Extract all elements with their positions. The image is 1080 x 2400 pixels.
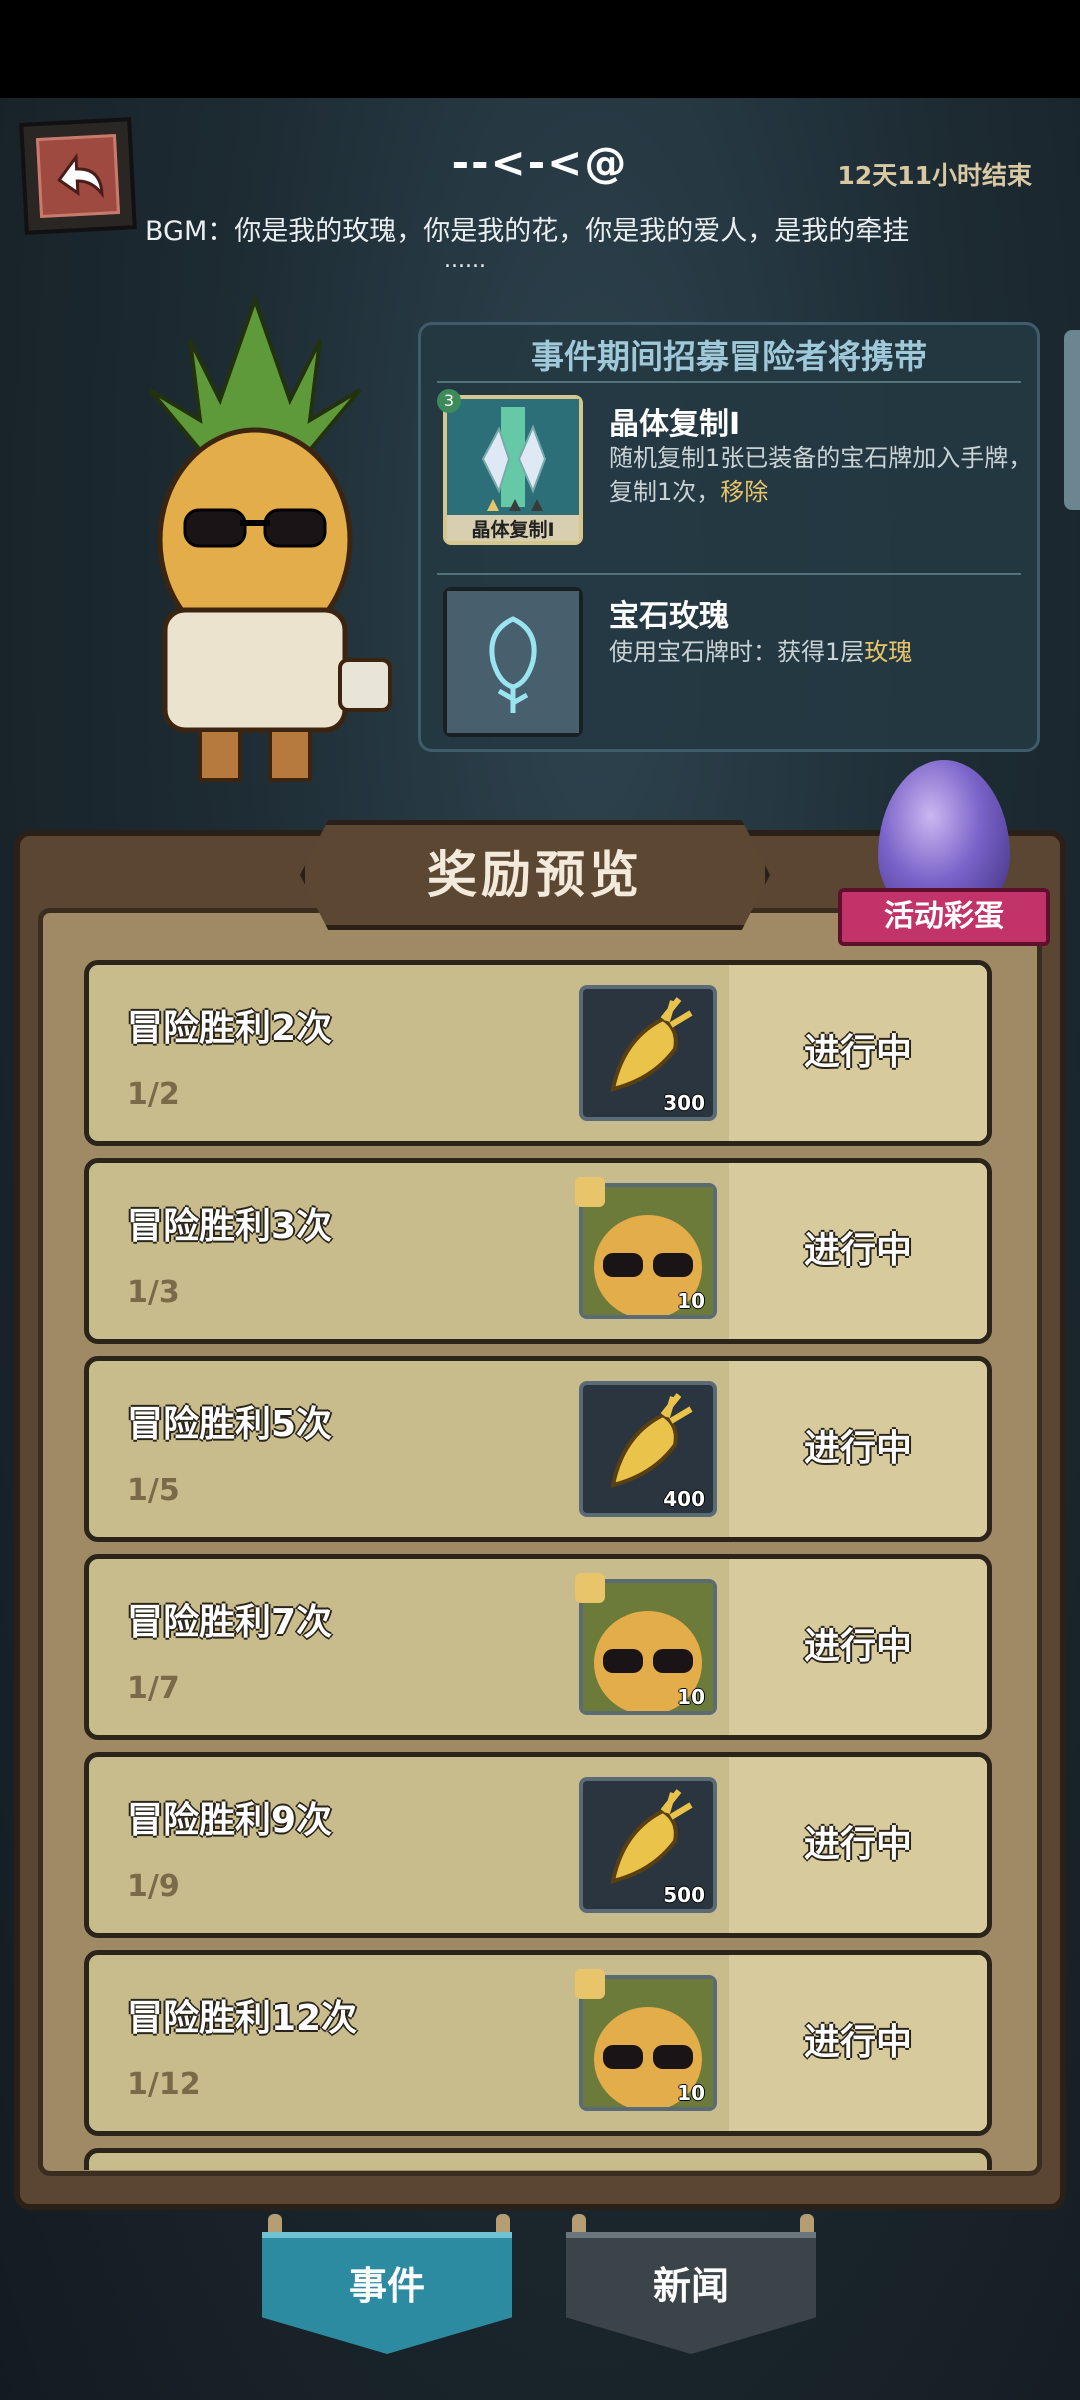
puzzle-piece-icon [575,1177,605,1207]
status-label: 进行中 [803,1428,912,1469]
reward-condition: 冒险胜利7次 [127,1602,333,1643]
panel-heading: 事件期间招募冒险者将携带 [531,337,927,376]
item-description: 随机复制1张已装备的宝石牌加入手牌，复制1次，移除 [609,441,1039,509]
status-bar [0,0,1080,98]
reward-item[interactable]: 10 [575,1573,717,1715]
reward-row: 冒险胜利5次 1/5 400 进行中 [84,1356,992,1542]
bgm-ellipsis: ...... [444,248,486,273]
bgm-text: BGM：你是我的玫瑰，你是我的花，你是我的爱人，是我的牵挂 ...... [145,212,1005,273]
reward-condition: 冒险胜利3次 [127,1206,333,1247]
reward-item[interactable]: 10 [575,1969,717,2111]
reward-row: 冒险胜利9次 1/9 500 进行中 [84,1752,992,1938]
reward-count: 10 [677,1685,705,1709]
reward-count: 10 [677,1289,705,1313]
reward-banner-title: 奖励预览 [427,846,643,904]
reward-condition: 冒险胜利5次 [127,1404,333,1445]
reward-list[interactable]: 冒险胜利2次 1/2 300 进行中 冒险胜利3次 1/3 10 进行中 冒险胜… [84,960,992,2170]
rose-keyword[interactable]: 玫瑰 [864,638,912,666]
reward-condition: 冒险胜利12次 [127,1998,358,2039]
reward-count: 500 [663,1883,705,1907]
pineapple-hero-illustration [148,293,392,782]
reward-condition: 冒险胜利9次 [127,1800,333,1841]
event-timer: 12天11小时结束 [837,161,1032,190]
page-title: --<-<@ [451,138,629,187]
reward-item[interactable]: 400 [579,1381,717,1517]
desc-text: 随机复制1张已装备的宝石牌加入手牌，复制1次， [609,444,1033,506]
remove-keyword[interactable]: 移除 [720,478,768,506]
reward-item[interactable]: 500 [579,1777,717,1913]
reward-condition: 冒险胜利2次 [127,1008,333,1049]
bgm-line: BGM：你是我的玫瑰，你是我的花，你是我的爱人，是我的牵挂 [145,216,910,247]
divider [437,573,1021,575]
reward-progress: 1/9 [127,1869,180,1904]
reward-count: 10 [677,2081,705,2105]
status-label: 进行中 [803,1626,912,1667]
reward-progress: 1/2 [127,1077,180,1112]
crystal-copy-card-icon[interactable]: 晶体复制I 3 [437,389,583,545]
puzzle-piece-icon [575,1573,605,1603]
puzzle-piece-icon [575,1969,605,1999]
reward-progress: 1/5 [127,1473,180,1508]
item-description: 使用宝石牌时：获得1层玫瑰 [609,635,1039,669]
card-caption: 晶体复制I [471,519,555,541]
status-label: 进行中 [803,1032,912,1073]
reward-row: 冒险胜利2次 1/2 300 进行中 [84,960,992,1146]
easter-egg-button[interactable]: 活动彩蛋 [838,888,1050,946]
back-arrow-icon [35,133,121,219]
reward-progress: 1/12 [127,2067,201,2102]
reward-row: 冒险胜利3次 1/3 10 进行中 [84,1158,992,1344]
reward-count: 400 [663,1487,705,1511]
reward-progress: 1/7 [127,1671,180,1706]
item-name: 宝石玫瑰 [609,599,729,634]
level-badge: 3 [437,389,461,413]
side-handle[interactable] [1064,330,1080,510]
reward-count: 300 [663,1091,705,1115]
reward-progress: 1/3 [127,1275,180,1310]
reward-row-partial [84,2148,992,2170]
reward-item[interactable]: 10 [575,1177,717,1319]
reward-item[interactable]: 300 [579,985,717,1121]
item-name: 晶体复制I [609,407,741,442]
status-label: 进行中 [803,1824,912,1865]
gem-rose-icon[interactable] [443,587,583,737]
event-bonus-panel: 事件期间招募冒险者将携带 晶体复制I 3 晶体复制I 随机复制1张已装备的宝石牌… [418,322,1040,752]
reward-row: 冒险胜利7次 1/7 10 进行中 [84,1554,992,1740]
desc-text: 使用宝石牌时：获得1层 [609,638,865,666]
back-button[interactable] [19,117,137,235]
divider [437,381,1021,383]
reward-row: 冒险胜利12次 1/12 10 进行中 [84,1950,992,2136]
status-label: 进行中 [803,2022,912,2063]
status-label: 进行中 [803,1230,912,1271]
